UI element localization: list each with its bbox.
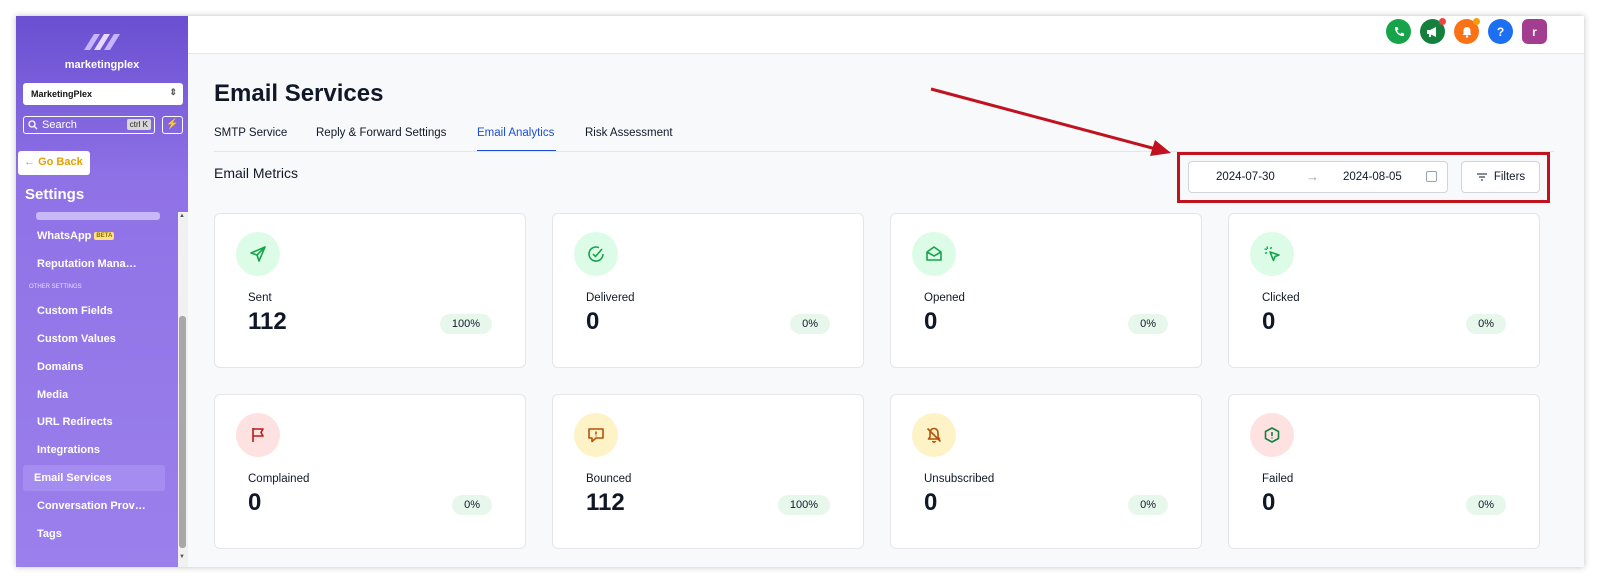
metric-label: Clicked [1262, 292, 1300, 304]
phone-icon[interactable] [1386, 19, 1411, 44]
sidebar: marketingplex MarketingPlex ⇕ Search ctr… [16, 16, 188, 567]
avatar-letter: r [1532, 24, 1537, 39]
date-start[interactable]: 2024-07-30 [1216, 171, 1275, 183]
metric-label: Sent [248, 292, 272, 304]
metric-percent-badge: 0% [1466, 314, 1506, 334]
sidebar-item-conversation-providers[interactable]: Conversation Prov… [37, 500, 146, 512]
mail-open-icon [912, 232, 956, 276]
avatar[interactable]: r [1522, 19, 1547, 44]
date-range-picker[interactable]: 2024-07-30 → 2024-08-05 [1188, 161, 1448, 193]
sidebar-item-email-services[interactable]: Email Services [34, 472, 112, 484]
sidebar-item-reputation[interactable]: Reputation Mana… [37, 258, 137, 270]
search-label: Search [42, 119, 77, 131]
metric-card-opened[interactable]: Opened 0 0% [890, 213, 1202, 368]
metric-percent-badge: 0% [1466, 495, 1506, 515]
message-alert-icon [574, 413, 618, 457]
sidebar-item-whatsapp[interactable]: WhatsApp BETA [37, 230, 115, 242]
search-icon [28, 120, 38, 130]
sidebar-scrollbar-thumb[interactable] [179, 316, 186, 548]
tab-smtp-service[interactable]: SMTP Service [214, 127, 287, 139]
help-icon[interactable]: ? [1488, 19, 1513, 44]
metric-percent-badge: 100% [777, 495, 830, 515]
annotation-arrow [930, 87, 1171, 156]
sidebar-item-tags[interactable]: Tags [37, 528, 62, 540]
filters-button[interactable]: Filters [1461, 161, 1540, 193]
filter-icon [1476, 173, 1487, 181]
account-name: MarketingPlex [31, 89, 93, 99]
date-end[interactable]: 2024-08-05 [1343, 171, 1402, 183]
top-bar: ? r [188, 16, 1584, 54]
metric-label: Complained [248, 473, 310, 485]
calendar-icon [1426, 171, 1437, 182]
cursor-click-icon [1250, 232, 1294, 276]
tab-reply-forward-settings[interactable]: Reply & Forward Settings [316, 127, 446, 139]
arrow-left-icon: ← [24, 156, 35, 168]
metric-percent-badge: 0% [790, 314, 830, 334]
chevron-updown-icon: ⇕ [169, 87, 177, 97]
flag-icon [236, 413, 280, 457]
scroll-down-icon[interactable]: ▼ [179, 554, 185, 560]
quick-action-bolt-icon[interactable]: ⚡ [162, 116, 183, 134]
metric-percent-badge: 100% [439, 314, 492, 334]
metric-card-unsubscribed[interactable]: Unsubscribed 0 0% [890, 394, 1202, 549]
arrow-right-icon: → [1306, 169, 1319, 184]
metric-value: 112 [248, 308, 287, 335]
metric-percent-badge: 0% [1128, 314, 1168, 334]
metric-percent-badge: 0% [1128, 495, 1168, 515]
metric-label: Unsubscribed [924, 473, 995, 485]
page-title: Email Services [214, 80, 384, 107]
metric-value: 0 [586, 308, 600, 335]
sidebar-section-label: OTHER SETTINGS [29, 284, 82, 290]
alert-octagon-icon [1250, 413, 1294, 457]
app-window: marketingplex MarketingPlex ⇕ Search ctr… [16, 16, 1584, 567]
sidebar-item-domains[interactable]: Domains [37, 361, 83, 373]
metric-card-complained[interactable]: Complained 0 0% [214, 394, 526, 549]
send-icon [236, 232, 280, 276]
metric-label: Bounced [586, 473, 632, 485]
sidebar-item-custom-values[interactable]: Custom Values [37, 333, 116, 345]
brand-logo[interactable]: marketingplex [16, 30, 188, 71]
metric-value: 0 [924, 489, 938, 516]
metric-card-bounced[interactable]: Bounced 112 100% [552, 394, 864, 549]
sidebar-item-media[interactable]: Media [37, 389, 68, 401]
sidebar-item-integrations[interactable]: Integrations [37, 444, 100, 456]
bell-icon[interactable] [1454, 18, 1480, 44]
settings-title: Settings [25, 186, 85, 203]
sidebar-item-partial [36, 212, 160, 220]
metric-label: Failed [1262, 473, 1294, 485]
metric-value: 112 [586, 489, 625, 516]
filters-label: Filters [1493, 171, 1526, 183]
scroll-up-icon[interactable]: ▲ [179, 213, 185, 219]
metric-label: Opened [924, 292, 965, 304]
metric-value: 0 [924, 308, 938, 335]
metric-card-failed[interactable]: Failed 0 0% [1228, 394, 1540, 549]
beta-badge: BETA [94, 232, 115, 241]
go-back-label: Go Back [38, 156, 83, 168]
notification-dot [1439, 18, 1446, 25]
metric-value: 0 [248, 489, 262, 516]
go-back-button[interactable]: ← Go Back [18, 151, 90, 175]
metric-card-sent[interactable]: Sent 112 100% [214, 213, 526, 368]
search-shortcut: ctrl K [126, 119, 151, 130]
check-circle-icon [574, 232, 618, 276]
bell-off-icon [912, 413, 956, 457]
metric-label: Delivered [586, 292, 635, 304]
metric-value: 0 [1262, 308, 1276, 335]
logo-mark-icon [84, 34, 120, 50]
account-switcher[interactable]: MarketingPlex ⇕ [23, 83, 183, 105]
megaphone-icon[interactable] [1420, 18, 1446, 44]
metric-card-clicked[interactable]: Clicked 0 0% [1228, 213, 1540, 368]
notification-dot [1473, 18, 1480, 25]
metric-card-delivered[interactable]: Delivered 0 0% [552, 213, 864, 368]
metric-percent-badge: 0% [452, 495, 492, 515]
sidebar-item-url-redirects[interactable]: URL Redirects [37, 416, 113, 428]
metric-value: 0 [1262, 489, 1276, 516]
tab-risk-assessment[interactable]: Risk Assessment [585, 127, 673, 139]
brand-name: marketingplex [64, 59, 140, 71]
sidebar-search[interactable]: Search ctrl K [23, 116, 155, 134]
sidebar-item-custom-fields[interactable]: Custom Fields [37, 305, 113, 317]
tab-email-analytics[interactable]: Email Analytics [477, 127, 554, 139]
sidebar-item-label: WhatsApp [37, 230, 92, 242]
section-title: Email Metrics [214, 165, 299, 181]
